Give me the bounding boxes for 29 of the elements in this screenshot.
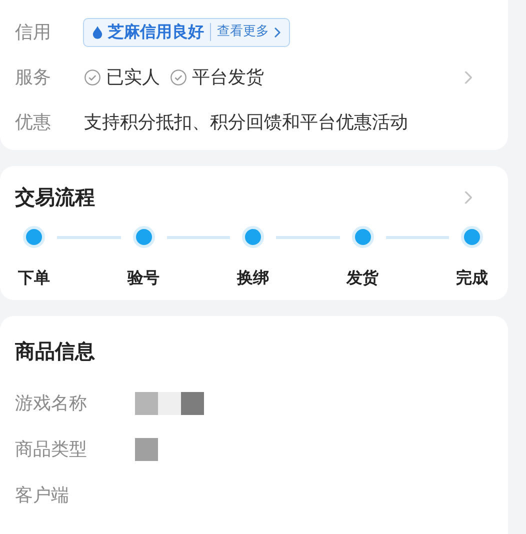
row-label: 客户端 <box>15 484 70 508</box>
step-label: 下单 <box>17 267 51 289</box>
connector-line <box>386 236 449 238</box>
chevron-icon <box>274 26 281 38</box>
connector-line <box>166 236 230 238</box>
step-label: 完成 <box>455 267 489 289</box>
row-label: 优惠 <box>15 110 52 134</box>
check-circle-icon <box>84 68 101 86</box>
section-title: 商品信息 <box>15 338 96 365</box>
section-title: 交易流程 <box>15 184 95 211</box>
check-circle-icon <box>170 68 187 86</box>
step-label: 发货 <box>345 267 380 289</box>
service-tag: 已实人 <box>106 64 160 90</box>
chevron-icon[interactable] <box>464 190 473 204</box>
row-label: 商品类型 <box>15 438 88 462</box>
step-label: 换绑 <box>236 267 270 289</box>
discount-text: 支持积分抵扣、积分回馈和平台优惠活动 <box>84 110 408 134</box>
credit-badge[interactable]: 芝麻信用良好 查看更多 <box>83 18 290 46</box>
more-link[interactable]: 查看更多 <box>217 22 281 42</box>
row-label: 游戏名称 <box>15 392 88 416</box>
step-label: 验号 <box>126 267 160 289</box>
connector-line <box>276 236 340 238</box>
service-tag: 平台发货 <box>192 64 264 90</box>
row-label: 服务 <box>15 66 52 90</box>
connector-line <box>57 236 120 238</box>
credit-status: 芝麻信用良好 <box>108 21 204 43</box>
chevron-icon[interactable] <box>464 70 473 84</box>
drop-icon <box>92 26 103 38</box>
row-label: 信用 <box>15 20 52 44</box>
